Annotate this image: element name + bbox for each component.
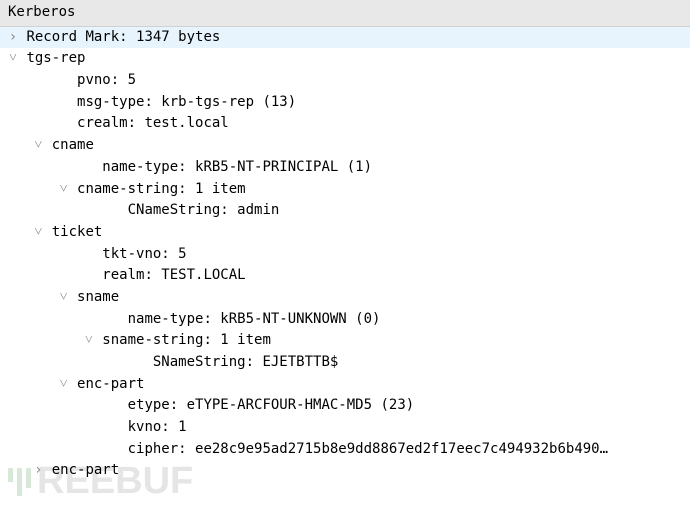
tree-row-label: realm: TEST.LOCAL	[102, 267, 245, 283]
tree-row-label: cname-string: 1 item	[77, 181, 246, 197]
tree-row[interactable]: etype: eTYPE-ARCFOUR-HMAC-MD5 (23)	[0, 395, 690, 417]
chevron-right-icon[interactable]: ›	[8, 27, 18, 49]
tree-row[interactable]: name-type: kRB5-NT-UNKNOWN (0)	[0, 309, 690, 331]
tree-indent	[59, 113, 69, 135]
tree-row-label: SNameString: EJETBTTB$	[153, 354, 338, 370]
protocol-header[interactable]: Kerberos	[0, 0, 690, 27]
tree-row-label: pvno: 5	[77, 72, 136, 88]
tree-indent	[59, 92, 69, 114]
tree-row-label: tgs-rep	[26, 50, 85, 66]
chevron-down-icon[interactable]: ˅	[33, 222, 43, 244]
tree-row[interactable]: ˅ sname	[0, 287, 690, 309]
tree-row-label: etype: eTYPE-ARCFOUR-HMAC-MD5 (23)	[128, 397, 415, 413]
tree-row-label: msg-type: krb-tgs-rep (13)	[77, 94, 296, 110]
tree-indent	[109, 417, 119, 439]
tree-indent	[109, 395, 119, 417]
tree-row[interactable]: ˅ sname-string: 1 item	[0, 330, 690, 352]
tree-row[interactable]: ˅ enc-part	[0, 374, 690, 396]
tree-row-label: name-type: kRB5-NT-PRINCIPAL (1)	[102, 159, 372, 175]
tree-row[interactable]: pvno: 5	[0, 70, 690, 92]
tree-row-label: CNameString: admin	[128, 202, 280, 218]
tree-row-label: kvno: 1	[128, 419, 187, 435]
chevron-right-icon[interactable]: ›	[33, 460, 43, 482]
packet-tree[interactable]: › Record Mark: 1347 bytes˅ tgs-rep pvno:…	[0, 27, 690, 482]
tree-row-label: tkt-vno: 5	[102, 246, 186, 262]
tree-row[interactable]: ˅ cname-string: 1 item	[0, 179, 690, 201]
tree-row-label: cipher: ee28c9e95ad2715b8e9dd8867ed2f17e…	[128, 441, 608, 457]
protocol-name: Kerberos	[8, 4, 75, 20]
tree-indent	[109, 309, 119, 331]
chevron-down-icon[interactable]: ˅	[84, 330, 94, 352]
chevron-down-icon[interactable]: ˅	[59, 179, 69, 201]
chevron-down-icon[interactable]: ˅	[33, 135, 43, 157]
tree-indent	[84, 265, 94, 287]
chevron-down-icon[interactable]: ˅	[59, 374, 69, 396]
tree-row-label: crealm: test.local	[77, 115, 229, 131]
tree-row-label: cname	[52, 137, 94, 153]
tree-row-label: Record Mark: 1347 bytes	[26, 29, 220, 45]
tree-row[interactable]: ˅ cname	[0, 135, 690, 157]
tree-row[interactable]: name-type: kRB5-NT-PRINCIPAL (1)	[0, 157, 690, 179]
tree-row[interactable]: realm: TEST.LOCAL	[0, 265, 690, 287]
tree-row[interactable]: msg-type: krb-tgs-rep (13)	[0, 92, 690, 114]
tree-indent	[134, 352, 144, 374]
tree-row-label: enc-part	[52, 462, 119, 478]
tree-row[interactable]: › enc-part	[0, 460, 690, 482]
tree-indent	[84, 244, 94, 266]
tree-row[interactable]: tkt-vno: 5	[0, 244, 690, 266]
tree-row[interactable]: kvno: 1	[0, 417, 690, 439]
tree-indent	[109, 439, 119, 461]
tree-row[interactable]: CNameString: admin	[0, 200, 690, 222]
tree-row[interactable]: ˅ ticket	[0, 222, 690, 244]
chevron-down-icon[interactable]: ˅	[8, 48, 18, 70]
tree-indent	[59, 70, 69, 92]
chevron-down-icon[interactable]: ˅	[59, 287, 69, 309]
tree-row-label: name-type: kRB5-NT-UNKNOWN (0)	[128, 311, 381, 327]
tree-row[interactable]: crealm: test.local	[0, 113, 690, 135]
tree-row-label: sname-string: 1 item	[102, 332, 271, 348]
tree-row[interactable]: ˅ tgs-rep	[0, 48, 690, 70]
tree-row-label: enc-part	[77, 376, 144, 392]
tree-indent	[109, 200, 119, 222]
tree-indent	[84, 157, 94, 179]
tree-row-label: sname	[77, 289, 119, 305]
tree-row-label: ticket	[52, 224, 103, 240]
tree-row[interactable]: SNameString: EJETBTTB$	[0, 352, 690, 374]
tree-row[interactable]: › Record Mark: 1347 bytes	[0, 27, 690, 49]
tree-row[interactable]: cipher: ee28c9e95ad2715b8e9dd8867ed2f17e…	[0, 439, 690, 461]
